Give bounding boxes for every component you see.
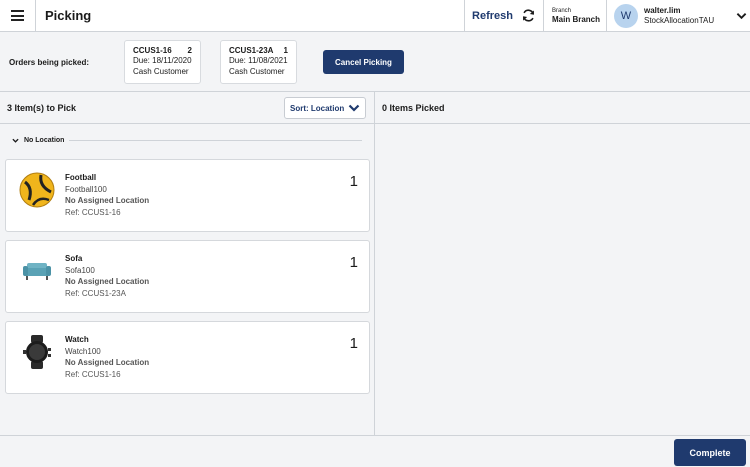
- orders-label: Orders being picked:: [9, 58, 90, 67]
- pick-item-card[interactable]: Football Football100 No Assigned Locatio…: [5, 159, 370, 232]
- picked-heading: 0 Items Picked: [375, 92, 750, 124]
- user-name: walter.lim: [644, 6, 681, 16]
- football-image: [19, 172, 55, 208]
- order-customer: Cash Customer: [133, 66, 189, 76]
- item-quantity: 1: [349, 173, 358, 190]
- pick-item-card[interactable]: Sofa Sofa100 No Assigned Location Ref: C…: [5, 240, 370, 313]
- refresh-label: Refresh: [472, 9, 513, 22]
- item-sku: Watch100: [65, 346, 101, 356]
- item-ref: Ref: CCUS1-16: [65, 207, 121, 217]
- order-due: Due: 11/08/2021: [229, 56, 288, 66]
- page-title: Picking: [45, 8, 92, 23]
- item-sku: Sofa100: [65, 265, 95, 275]
- watch-image: [19, 334, 55, 370]
- item-quantity: 1: [349, 254, 358, 271]
- top-bar: Picking Refresh Branch Main Branch W wal…: [0, 0, 750, 32]
- chevron-down-icon: [348, 104, 360, 112]
- item-name: Watch: [65, 335, 89, 344]
- order-id: CCUS1-23A: [229, 46, 274, 55]
- item-location: No Assigned Location: [65, 358, 150, 368]
- group-label: No Location: [24, 136, 65, 144]
- branch-value: Main Branch: [552, 14, 601, 24]
- item-sku: Football100: [65, 184, 107, 194]
- pick-item-card[interactable]: Watch Watch100 No Assigned Location Ref:…: [5, 321, 370, 394]
- divider: [69, 139, 362, 141]
- order-customer: Cash Customer: [229, 66, 285, 76]
- menu-button[interactable]: [0, 0, 36, 31]
- order-due: Due: 18/11/2020: [133, 56, 192, 66]
- order-count: 1: [283, 46, 288, 55]
- item-name: Sofa: [65, 254, 83, 263]
- complete-button[interactable]: Complete: [674, 439, 746, 466]
- sofa-image: [19, 253, 55, 289]
- location-group-toggle[interactable]: No Location: [12, 134, 362, 146]
- chevron-down-icon: [12, 138, 19, 143]
- item-ref: Ref: CCUS1-23A: [65, 288, 126, 298]
- to-pick-panel: 3 Item(s) to Pick Sort: Location No Loca…: [0, 92, 375, 435]
- branch-caption: Branch: [552, 7, 572, 14]
- item-location: No Assigned Location: [65, 196, 150, 206]
- item-name: Football: [65, 173, 97, 182]
- item-ref: Ref: CCUS1-16: [65, 369, 121, 379]
- item-location: No Assigned Location: [65, 277, 150, 287]
- orders-strip: Orders being picked: CCUS1-16 2 Due: 18/…: [0, 32, 750, 92]
- order-card[interactable]: CCUS1-16 2 Due: 18/11/2020 Cash Customer: [124, 40, 201, 84]
- branch-selector[interactable]: Branch Main Branch: [543, 0, 606, 31]
- order-count: 2: [187, 46, 192, 55]
- picked-panel: 0 Items Picked: [375, 92, 750, 435]
- chevron-down-icon: [736, 12, 746, 19]
- refresh-icon: [523, 9, 534, 22]
- sort-label: Sort: Location: [290, 103, 345, 113]
- refresh-button[interactable]: Refresh: [464, 0, 543, 31]
- sort-dropdown[interactable]: Sort: Location: [284, 97, 366, 119]
- user-menu[interactable]: W walter.lim StockAllocationTAU: [606, 0, 750, 31]
- avatar: W: [614, 3, 638, 28]
- cancel-picking-button[interactable]: Cancel Picking: [323, 50, 404, 74]
- item-quantity: 1: [349, 335, 358, 352]
- hamburger-icon: [11, 10, 24, 21]
- order-card[interactable]: CCUS1-23A 1 Due: 11/08/2021 Cash Custome…: [220, 40, 297, 84]
- order-id: CCUS1-16: [133, 46, 172, 55]
- footer-bar: Complete: [0, 435, 750, 467]
- user-role: StockAllocationTAU: [644, 15, 715, 25]
